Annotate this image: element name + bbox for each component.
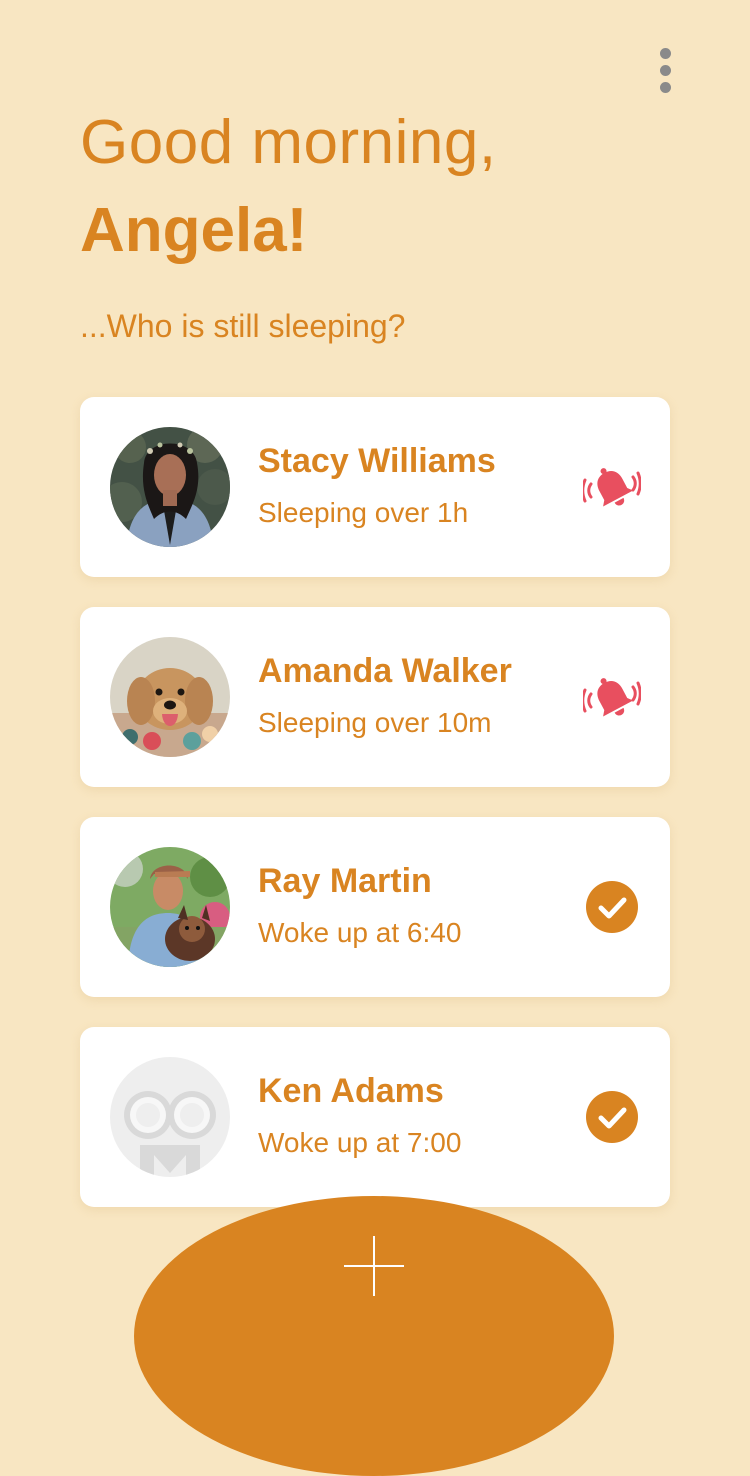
avatar — [110, 427, 230, 547]
avatar — [110, 637, 230, 757]
plus-icon — [344, 1236, 404, 1296]
user-name: Angela! — [80, 196, 308, 265]
person-card-stacy-williams[interactable]: Stacy Williams Sleeping over 1h — [80, 397, 670, 577]
sleeping-question: ...Who is still sleeping? — [80, 308, 406, 344]
person-name: Ray Martin — [258, 862, 432, 900]
avatar — [110, 1057, 230, 1177]
more-vertical-icon — [659, 64, 671, 76]
check-circle-icon[interactable] — [582, 1089, 642, 1145]
sleep-status: Sleeping over 1h — [258, 497, 469, 528]
ringing-bell-icon[interactable] — [582, 669, 642, 725]
more-options-button[interactable] — [644, 44, 686, 96]
avatar — [110, 847, 230, 967]
person-name: Ken Adams — [258, 1072, 444, 1110]
add-person-button[interactable] — [134, 1196, 614, 1476]
person-card-ken-adams[interactable]: Ken Adams Woke up at 7:00 — [80, 1027, 670, 1207]
wake-status: Woke up at 7:00 — [258, 1127, 462, 1158]
man-with-dog-portrait-image — [110, 847, 230, 967]
more-vertical-icon — [659, 81, 671, 93]
wake-status: Woke up at 6:40 — [258, 917, 462, 948]
person-card-amanda-walker[interactable]: Amanda Walker Sleeping over 10m — [80, 607, 670, 787]
person-name: Stacy Williams — [258, 442, 496, 480]
dog-portrait-image — [110, 637, 230, 757]
person-name: Amanda Walker — [258, 652, 512, 690]
sleep-status: Sleeping over 10m — [258, 707, 492, 738]
person-card-ray-martin[interactable]: Ray Martin Woke up at 6:40 — [80, 817, 670, 997]
greeting-title: Good morning, — [80, 108, 497, 177]
check-circle-icon[interactable] — [582, 879, 642, 935]
placeholder-avatar-image — [110, 1057, 230, 1177]
woman-portrait-image — [110, 427, 230, 547]
ringing-bell-icon[interactable] — [582, 459, 642, 515]
more-vertical-icon — [659, 47, 671, 59]
